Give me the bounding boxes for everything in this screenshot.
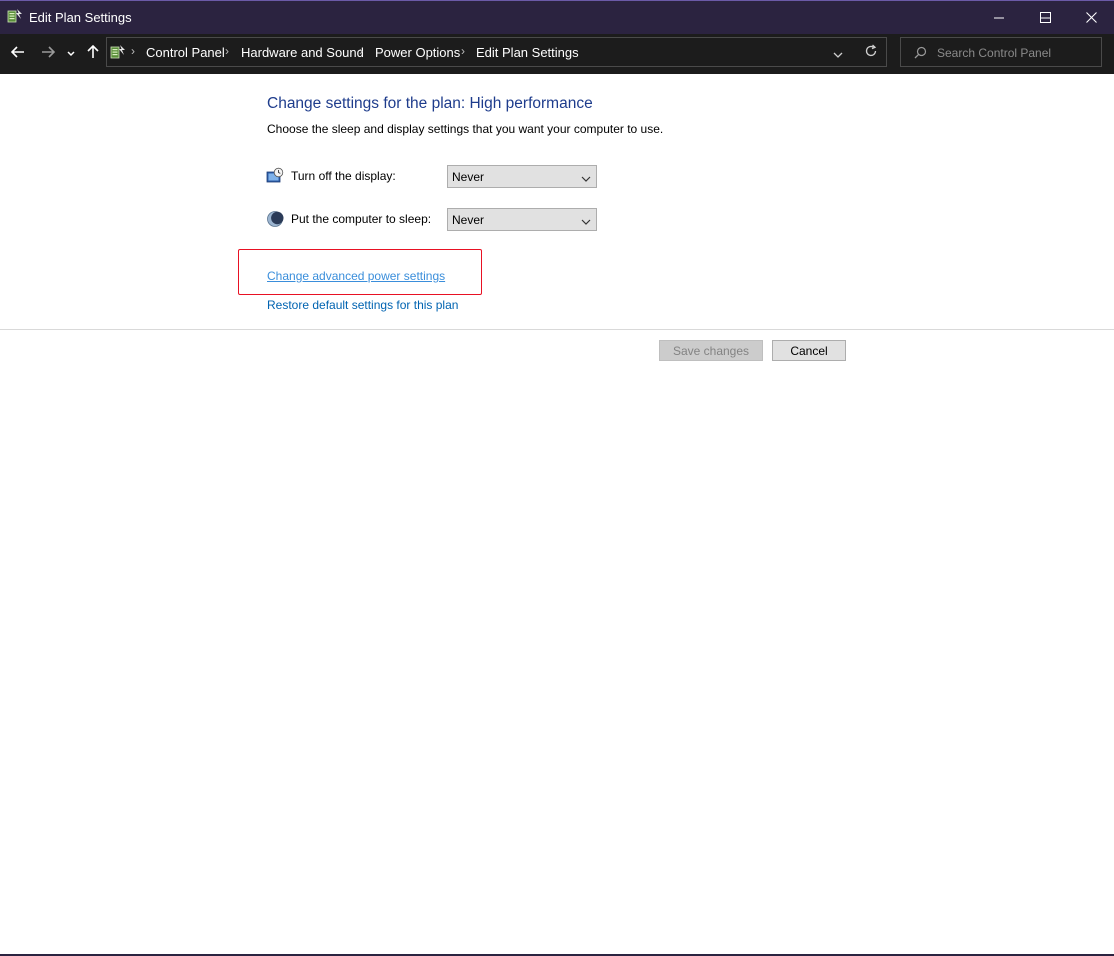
sleep-timeout-value: Never	[452, 213, 485, 227]
control-panel-icon	[110, 44, 126, 63]
refresh-icon[interactable]	[864, 44, 878, 61]
recent-locations-button[interactable]	[63, 43, 79, 63]
display-timer-icon	[266, 167, 284, 185]
chevron-down-icon	[67, 46, 75, 60]
search-input[interactable]	[935, 44, 1099, 62]
search-icon	[914, 46, 927, 62]
search-box[interactable]	[900, 37, 1102, 67]
sleep-timeout-select[interactable]: Never	[447, 208, 597, 231]
address-dropdown-chevron-icon[interactable]	[833, 48, 843, 62]
breadcrumb-separator-icon: ›	[359, 44, 363, 58]
breadcrumb-edit-plan-settings[interactable]: Edit Plan Settings	[476, 45, 579, 60]
display-timeout-select[interactable]: Never	[447, 165, 597, 188]
up-arrow-icon	[87, 44, 99, 62]
breadcrumb-separator-icon: ›	[131, 44, 135, 58]
sleep-setting-label: Put the computer to sleep:	[291, 212, 432, 226]
page-description: Choose the sleep and display settings th…	[267, 122, 664, 136]
back-button[interactable]	[8, 43, 28, 63]
breadcrumb-control-panel[interactable]: Control Panel	[146, 45, 225, 60]
display-timeout-value: Never	[452, 170, 485, 184]
breadcrumb-hardware-and-sound[interactable]: Hardware and Sound	[241, 45, 364, 60]
address-box[interactable]: › Control Panel › Hardware and Sound › P…	[106, 37, 887, 67]
window-title: Edit Plan Settings	[29, 10, 132, 25]
chevron-down-icon	[581, 215, 591, 229]
breadcrumb-power-options[interactable]: Power Options	[375, 45, 460, 60]
maximize-button[interactable]	[1022, 1, 1068, 34]
breadcrumb-separator-icon: ›	[461, 44, 465, 58]
back-arrow-icon	[10, 45, 25, 61]
chevron-down-icon	[581, 172, 591, 186]
display-setting-label: Turn off the display:	[291, 169, 396, 183]
cancel-button[interactable]: Cancel	[772, 340, 846, 361]
main-content: Change settings for the plan: High perfo…	[0, 74, 1114, 956]
forward-arrow-icon	[41, 45, 56, 61]
maximize-icon	[1039, 12, 1051, 23]
sleep-moon-icon	[266, 210, 284, 228]
forward-button[interactable]	[38, 43, 58, 63]
breadcrumb-separator-icon: ›	[225, 44, 229, 58]
title-bar: Edit Plan Settings	[0, 0, 1114, 34]
minimize-button-alt[interactable]	[976, 1, 1022, 34]
page-title: Change settings for the plan: High perfo…	[267, 95, 593, 112]
advanced-power-settings-link[interactable]: Change advanced power settings	[267, 269, 445, 283]
close-button[interactable]	[1068, 1, 1114, 34]
up-button[interactable]	[83, 43, 103, 63]
close-icon	[1085, 12, 1097, 23]
restore-defaults-link[interactable]: Restore default settings for this plan	[267, 298, 458, 312]
power-options-icon	[7, 8, 23, 24]
save-changes-button[interactable]: Save changes	[659, 340, 763, 361]
address-toolbar: › Control Panel › Hardware and Sound › P…	[0, 34, 1114, 74]
divider	[0, 329, 1114, 330]
minimize-icon	[994, 13, 1004, 23]
